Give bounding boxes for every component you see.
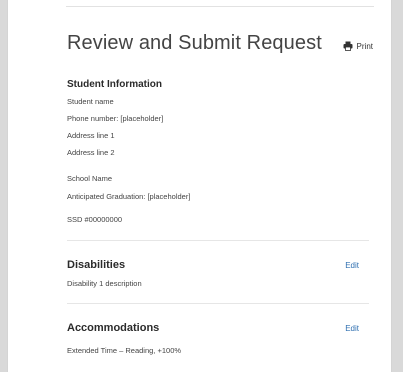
print-button[interactable]: Print xyxy=(343,41,373,51)
top-divider xyxy=(66,6,374,7)
section-divider xyxy=(67,303,369,304)
ssd-number: SSD #00000000 xyxy=(67,215,123,224)
school-name: School Name xyxy=(67,174,113,183)
address-line-2: Address line 2 xyxy=(67,148,115,157)
accommodation-item: Extended Time – Reading, +100% xyxy=(67,346,182,355)
print-label: Print xyxy=(356,41,373,51)
section-divider xyxy=(67,240,369,241)
anticipated-graduation: Anticipated Graduation: [placeholder] xyxy=(67,192,191,201)
page-title: Review and Submit Request xyxy=(67,32,322,54)
accommodations-heading: Accommodations xyxy=(67,322,160,334)
disability-item: Disability 1 description xyxy=(67,279,142,288)
edit-accommodations-link[interactable]: Edit xyxy=(345,324,359,333)
student-name: Student name xyxy=(67,97,114,106)
review-card: Review and Submit Request Print Student … xyxy=(7,0,392,372)
phone-number: Phone number: [placeholder] xyxy=(67,114,164,123)
print-icon xyxy=(343,41,353,51)
disabilities-heading: Disabilities xyxy=(67,259,126,271)
student-info-heading: Student Information xyxy=(67,79,162,90)
address-line-1: Address line 1 xyxy=(67,131,115,140)
edit-disabilities-link[interactable]: Edit xyxy=(345,261,359,270)
